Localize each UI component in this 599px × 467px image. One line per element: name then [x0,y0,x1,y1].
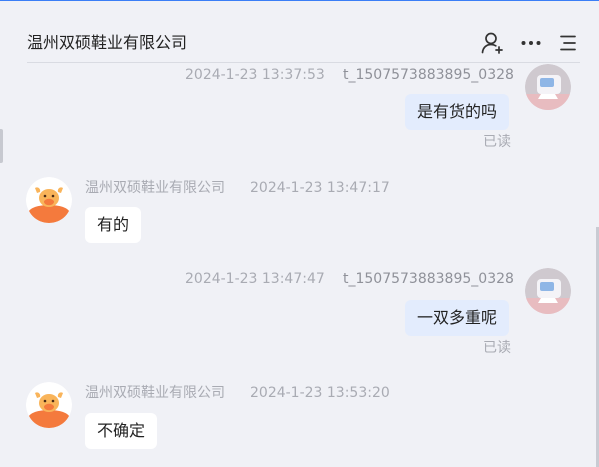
left-resize-handle[interactable] [0,129,3,163]
message-bubble[interactable]: 是有货的吗 [405,94,510,130]
read-status: 已读 [483,340,511,356]
seller-avatar[interactable] [26,382,72,428]
message-sender: 温州双硕鞋业有限公司 [85,180,225,196]
menu-icon[interactable] [556,31,580,55]
buyer-avatar[interactable] [525,268,571,314]
message-bubble[interactable]: 不确定 [85,413,158,449]
add-contact-icon[interactable] [480,31,504,55]
message-timestamp: 2024-1-23 13:47:47 [185,271,325,287]
seller-avatar[interactable] [26,177,72,223]
message-sender: 温州双硕鞋业有限公司 [85,385,225,401]
message-sender: t_1507573883895_0328 [343,67,514,83]
more-icon[interactable] [519,31,543,55]
chat-title: 温州双硕鞋业有限公司 [27,33,188,52]
message-bubble[interactable]: 一双多重呢 [405,300,510,336]
header-divider [27,62,580,63]
chat-header: 温州双硕鞋业有限公司 [0,1,599,63]
message-timestamp: 2024-1-23 13:37:53 [185,67,325,83]
read-status: 已读 [483,134,511,150]
message-timestamp: 2024-1-23 13:47:17 [250,180,390,196]
message-sender: t_1507573883895_0328 [343,271,514,287]
buyer-avatar[interactable] [525,64,571,110]
message-bubble[interactable]: 有的 [85,207,142,243]
message-timestamp: 2024-1-23 13:53:20 [250,385,390,401]
chat-window: 温州双硕鞋业有限公司 2024-1-23 13:37:53 t_15075738… [0,0,599,467]
